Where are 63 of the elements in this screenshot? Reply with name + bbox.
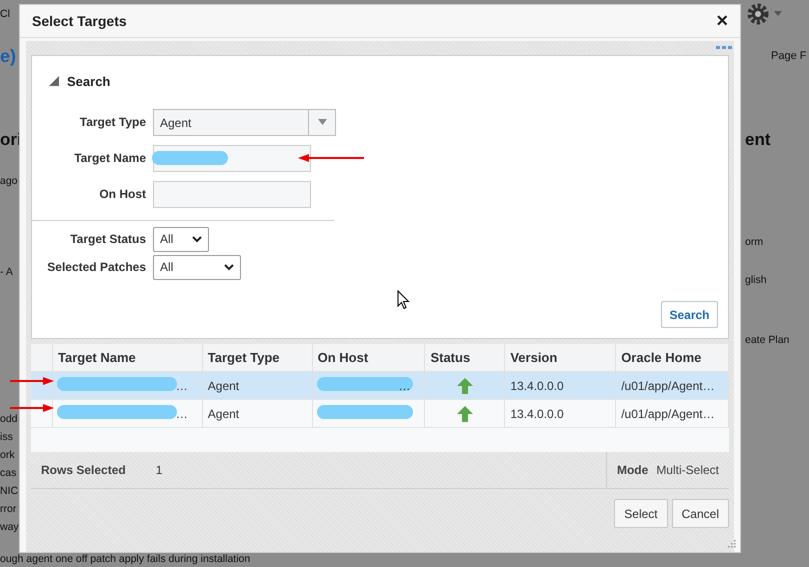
target-type-combo[interactable]: Agent <box>153 108 336 136</box>
field-label: Target Name <box>73 151 146 165</box>
background-text: glish <box>745 274 767 286</box>
column-header[interactable]: Oracle Home <box>616 344 730 371</box>
table-cell: … <box>398 378 410 392</box>
background-text: ough agent one off patch apply fails during installation <box>0 553 250 565</box>
resize-grip-icon[interactable] <box>727 539 736 548</box>
column-header[interactable]: Status <box>425 344 506 371</box>
background-text: cas <box>0 467 16 479</box>
dialog-button[interactable]: Select <box>614 499 668 528</box>
background-text: odd <box>0 413 18 425</box>
search-heading: Search <box>67 74 110 89</box>
dialog-button[interactable]: Cancel <box>672 499 729 528</box>
close-button[interactable]: × <box>714 11 730 31</box>
chevron-icon <box>224 264 234 270</box>
field-label: Target Type <box>78 115 146 129</box>
mouse-cursor-icon <box>397 290 410 310</box>
caret-icon <box>318 119 326 125</box>
dialog-title: Select Targets <box>32 13 127 29</box>
table-cell: … <box>176 406 188 420</box>
column-header[interactable]: Target Type <box>202 344 313 371</box>
more-icon[interactable] <box>716 46 733 50</box>
up-arrow-icon <box>456 378 473 394</box>
rows-selected-label: Rows Selected <box>41 463 126 477</box>
column-header[interactable]: Version <box>505 344 616 371</box>
table-cell: Agent <box>208 378 240 392</box>
background-text: - A <box>0 266 13 278</box>
field-label: On Host <box>98 187 146 201</box>
table-row[interactable]: … Agent … 13.4.0.0.0 /u01/app/Agent… <box>31 372 729 400</box>
column-header[interactable]: On Host <box>312 344 426 371</box>
field-label: Target Status <box>69 232 146 246</box>
collapse-triangle-icon[interactable] <box>49 76 60 87</box>
table-row[interactable]: … Agent 13.4.0.0.0 /u01/app/Agent… <box>31 400 729 428</box>
background-text: rror <box>0 503 16 515</box>
search-button[interactable]: Search <box>661 301 718 328</box>
filter-dropdown[interactable]: All <box>153 226 209 252</box>
field-label: Selected Patches <box>46 260 146 274</box>
table-cell: 13.4.0.0.0 <box>510 378 564 392</box>
column-header[interactable]: Target Name <box>52 344 203 371</box>
background-text: way <box>0 521 19 533</box>
background-text: ent <box>745 130 770 150</box>
background-text: NIC <box>0 485 18 497</box>
background-text: ago <box>0 175 18 187</box>
table-cell: 13.4.0.0.0 <box>510 406 564 420</box>
background-text: orm <box>745 236 764 248</box>
mode-label: Mode <box>616 463 648 477</box>
background-text: Cl <box>0 8 10 20</box>
background-text: iss <box>0 431 13 443</box>
rows-selected-count: 1 <box>156 463 162 477</box>
table-cell: … <box>176 378 188 392</box>
filter-dropdown[interactable]: All <box>153 254 241 280</box>
background-text: ork <box>0 449 15 461</box>
up-arrow-icon <box>456 406 473 422</box>
background-text: eate Plan <box>745 334 790 346</box>
input-field[interactable] <box>153 180 311 208</box>
mode-value: Multi-Select <box>656 463 719 477</box>
table-cell: /u01/app/Agent… <box>621 406 715 420</box>
background-text: e) <box>0 46 16 67</box>
table-cell: /u01/app/Agent… <box>621 378 715 392</box>
input-field[interactable] <box>153 144 311 172</box>
background-text: Page F <box>771 50 806 62</box>
table-cell: Agent <box>208 406 240 420</box>
chevron-icon <box>192 236 202 242</box>
